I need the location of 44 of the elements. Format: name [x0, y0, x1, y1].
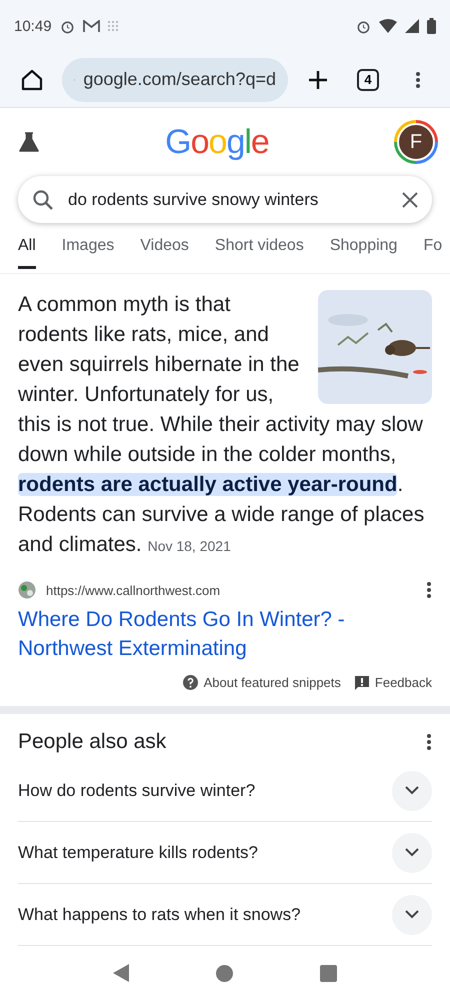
wifi-icon [379, 19, 397, 33]
chevron-icon [405, 910, 419, 919]
help-icon [182, 675, 198, 690]
close-icon[interactable] [402, 192, 418, 208]
more-options-icon[interactable] [426, 581, 432, 600]
chevron-icon [405, 848, 419, 857]
grid-icon [108, 21, 118, 31]
more-options-icon[interactable] [426, 733, 432, 751]
search-tab[interactable]: Images [62, 237, 114, 270]
section-heading: People also ask [18, 730, 166, 754]
source-url: https://www.callnorthwest.com [46, 582, 222, 598]
recents-icon[interactable] [320, 964, 337, 982]
about-snippets-link[interactable]: About featured snippets [204, 675, 341, 690]
signal-icon [405, 19, 419, 33]
question-row[interactable]: How do rodents survive winter? [18, 760, 432, 822]
site-favicon [18, 581, 36, 600]
mail-icon [82, 20, 100, 32]
google-logo: Google [165, 122, 269, 162]
search-tab[interactable]: Short videos [214, 237, 304, 270]
feedback-link[interactable]: Feedback [374, 675, 432, 690]
tab-switcher-button[interactable]: 4 [357, 68, 379, 90]
search-tab[interactable]: Shopping [330, 237, 398, 270]
question-row[interactable]: What temperature kills rodents? [18, 822, 432, 884]
address-bar[interactable]: google.com/search?q=d [62, 58, 288, 102]
alarm-icon [60, 18, 75, 34]
alarm-icon [356, 18, 371, 34]
menu-icon[interactable] [415, 70, 421, 88]
url-text: google.com/search?q=d [83, 69, 276, 90]
search-tab[interactable]: Videos [140, 237, 189, 270]
chevron-icon [405, 786, 419, 795]
plus-icon[interactable] [307, 68, 329, 90]
search-field[interactable]: do rodents survive snowy winters [18, 176, 432, 224]
account-avatar[interactable]: F [394, 120, 438, 164]
result-title-link[interactable]: Where Do Rodents Go In Winter? - Northwest Exterminating [0, 599, 450, 664]
search-tab[interactable]: Fo [423, 237, 442, 270]
flask-icon[interactable] [18, 131, 40, 154]
feedback-icon [354, 676, 369, 690]
status-time: 10:49 [14, 18, 52, 34]
snippet-date: Nov 18, 2021 [148, 538, 231, 554]
home-icon[interactable] [20, 68, 44, 92]
search-icon [32, 188, 54, 211]
battery-icon [427, 18, 436, 34]
search-tab[interactable]: All [18, 237, 36, 270]
back-icon[interactable] [113, 964, 130, 982]
